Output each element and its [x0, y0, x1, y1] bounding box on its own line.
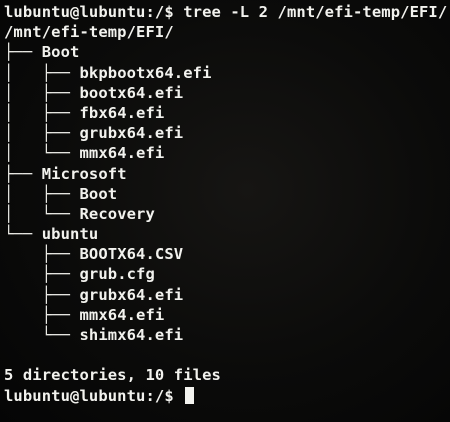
tree-entry-file: └── shimx64.efi	[4, 325, 450, 345]
tree-branch-glyph: ├──	[4, 285, 80, 304]
tree-branch-glyph: │ └──	[4, 144, 80, 163]
tree-entry-dir: │ ├── Boot	[4, 184, 450, 204]
terminal-window[interactable]: lubuntu@lubuntu:/$ tree -L 2 /mnt/efi-te…	[0, 0, 450, 422]
tree-entry-file: ├── grubx64.efi	[4, 285, 450, 305]
tree-entry-name: fbx64.efi	[79, 103, 165, 122]
shell-prompt: lubuntu@lubuntu:/$	[4, 386, 184, 405]
tree-branch-glyph: ├──	[4, 265, 80, 284]
tree-branch-glyph: │ ├──	[4, 184, 80, 203]
tree-branch-glyph: └──	[4, 326, 80, 344]
tree-entry-file: ├── mmx64.efi	[4, 305, 450, 325]
tree-branch-glyph: │ ├──	[4, 83, 80, 102]
tree-entry-file: │ ├── fbx64.efi	[4, 103, 450, 123]
summary-line: 5 directories, 10 files	[4, 366, 221, 385]
tree-entry-name: grub.cfg	[79, 265, 155, 284]
tree-entry-file: │ ├── bootx64.efi	[4, 83, 450, 103]
tree-entry-name: ubuntu	[41, 225, 99, 244]
tree-branch-glyph: │ ├──	[4, 103, 80, 122]
tree-entry-file: │ ├── grubx64.efi	[4, 123, 450, 143]
tree-entry-file: ├── BOOTX64.CSV	[4, 244, 450, 264]
tree-entry-dir: │ └── Recovery	[4, 204, 450, 224]
tree-entry-name: bootx64.efi	[79, 83, 184, 102]
tree-entry-microsoft-dir: ├── Microsoft	[4, 164, 450, 184]
text-cursor	[185, 386, 195, 404]
tree-root-path: /mnt/efi-temp/EFI/	[4, 23, 174, 42]
tree-entry-file: │ ├── bkpbootx64.efi	[4, 63, 450, 83]
tree-branch-glyph: │ ├──	[4, 124, 80, 143]
tree-entry-name: Microsoft	[41, 164, 127, 183]
tree-branch-glyph: ├──	[4, 245, 80, 264]
command-line: lubuntu@lubuntu:/$ tree -L 2 /mnt/efi-te…	[4, 3, 448, 21]
tree-entry-name: mmx64.efi	[79, 305, 165, 324]
prompt-line[interactable]: lubuntu@lubuntu:/$	[4, 386, 450, 406]
tree-entry-boot-dir: ├── Boot	[4, 42, 450, 62]
tree-entry-ubuntu-dir: └── ubuntu	[4, 224, 450, 244]
tree-branch-glyph: │ └──	[4, 204, 80, 223]
tree-branch-glyph: ├──	[4, 305, 80, 324]
tree-entry-name: BOOTX64.CSV	[79, 245, 184, 264]
tree-branch-glyph: │ ├──	[4, 63, 80, 82]
tree-branch-glyph: └──	[4, 225, 42, 244]
tree-entry-name: mmx64.efi	[79, 144, 165, 163]
tree-entry-file: ├── grub.cfg	[4, 264, 450, 284]
tree-entry-file: │ └── mmx64.efi	[4, 143, 450, 163]
tree-entry-name: grubx64.efi	[79, 124, 184, 143]
tree-branch-glyph: ├──	[4, 43, 42, 62]
tree-entry-name: Boot	[41, 43, 80, 62]
tree-entry-name: grubx64.efi	[79, 285, 184, 304]
tree-entry-name: shimx64.efi	[79, 326, 184, 344]
tree-entry-name: Recovery	[79, 204, 155, 223]
tree-branch-glyph: ├──	[4, 164, 42, 183]
tree-entry-name: bkpbootx64.efi	[79, 63, 212, 82]
tree-entry-name: Boot	[79, 184, 118, 203]
